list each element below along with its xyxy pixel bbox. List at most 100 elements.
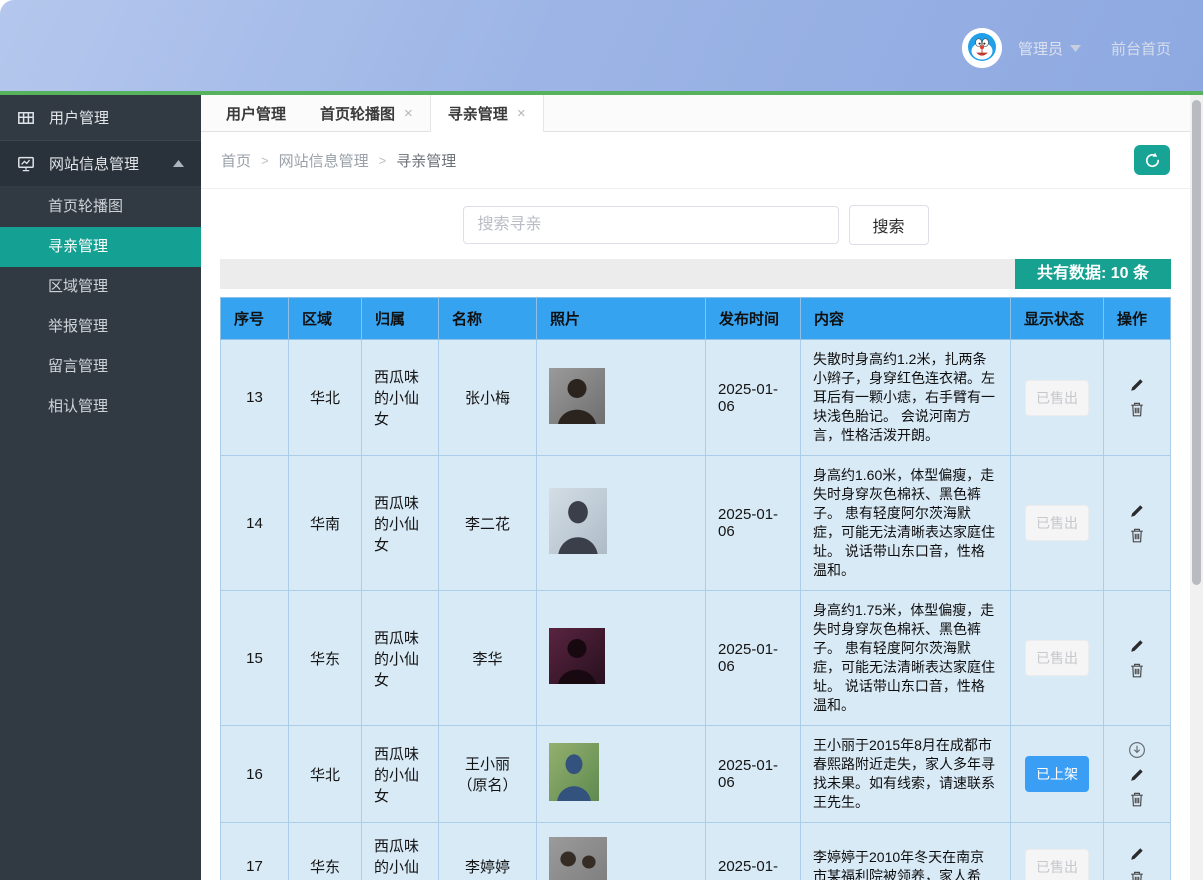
- app-header: 管理员 前台首页: [0, 0, 1203, 95]
- cell-id: 15: [220, 590, 289, 726]
- edit-icon[interactable]: [1129, 377, 1145, 393]
- cell-content: 王小丽于2015年8月在成都市春熙路附近走失，家人多年寻找未果。如有线索，请速联…: [800, 725, 1011, 823]
- cell-name: 王小丽 （原名）: [438, 725, 537, 823]
- cell-status: 已售出: [1010, 590, 1104, 726]
- edit-icon[interactable]: [1129, 846, 1145, 862]
- record-photo[interactable]: [549, 628, 605, 684]
- main-content: 用户管理 首页轮播图 × 寻亲管理 × 首页 > 网站信息管理 > 寻亲管理 搜索 共有数据: …: [201, 95, 1190, 880]
- delete-icon[interactable]: [1129, 401, 1145, 418]
- frontend-home-link[interactable]: 前台首页: [1111, 38, 1171, 59]
- sidebar-item[interactable]: 用户管理: [0, 95, 201, 141]
- cell-content: 身高约1.75米，体型偏瘦，走失时身穿灰色棉袄、黑色裤子。 患有轻度阿尔茨海默症…: [800, 590, 1011, 726]
- cell-photo: [536, 590, 706, 726]
- sidebar-subitem[interactable]: 寻亲管理: [0, 227, 201, 267]
- cell-owner: 西瓜味 的小仙 女: [361, 822, 439, 880]
- sidebar: 用户管理 网站信息管理 首页轮播图 寻亲管理 区域管理 举报管理 留言管理 相认管理: [0, 95, 201, 880]
- table-row: 13 华北 西瓜味 的小仙 女张小梅 2025-01- 06 失散时身高约1.2米，扎…: [220, 339, 1171, 456]
- cell-region: 华北: [288, 339, 362, 456]
- tab[interactable]: 首页轮播图 ×: [303, 95, 430, 131]
- record-photo[interactable]: [549, 488, 607, 554]
- column-header: 操作: [1103, 297, 1171, 340]
- column-header: 序号: [220, 297, 289, 340]
- caret-up-icon: [173, 160, 184, 167]
- record-photo[interactable]: [549, 836, 607, 880]
- cell-photo: [536, 725, 706, 823]
- data-count-badge: 共有数据: 10 条: [1014, 259, 1171, 289]
- record-photo[interactable]: [549, 367, 605, 424]
- column-header: 显示状态: [1010, 297, 1104, 340]
- tab-label: 首页轮播图: [320, 105, 396, 123]
- close-icon[interactable]: ×: [517, 105, 526, 122]
- cell-name: 李二花: [438, 455, 537, 591]
- breadcrumb-row: 首页 > 网站信息管理 > 寻亲管理: [201, 132, 1190, 189]
- cell-status: 已售出: [1010, 822, 1104, 880]
- breadcrumb: 首页 > 网站信息管理 > 寻亲管理: [221, 150, 456, 171]
- admin-label: 管理员: [1017, 40, 1063, 58]
- table-row: 16 华北 西瓜味 的小仙 女王小丽 （原名） 2025-01- 06 王小丽于201…: [220, 725, 1171, 823]
- status-badge[interactable]: 已售出: [1025, 505, 1089, 541]
- delete-icon[interactable]: [1129, 527, 1145, 544]
- record-photo[interactable]: [549, 743, 599, 801]
- edit-icon[interactable]: [1129, 767, 1145, 783]
- sidebar-menu: 用户管理 网站信息管理 首页轮播图 寻亲管理 区域管理 举报管理 留言管理 相认管理: [0, 95, 201, 427]
- breadcrumb-item[interactable]: 网站信息管理: [279, 150, 369, 171]
- cell-date: 2025-01- 06: [705, 455, 801, 591]
- cell-region: 华东: [288, 822, 362, 880]
- close-icon[interactable]: ×: [404, 105, 413, 122]
- breadcrumb-separator: >: [261, 152, 269, 168]
- column-header: 归属: [361, 297, 439, 340]
- cell-id: 17: [220, 822, 289, 880]
- column-header: 区域: [288, 297, 362, 340]
- status-badge[interactable]: 已售出: [1025, 640, 1089, 676]
- cell-status: 已上架: [1010, 725, 1104, 823]
- tab-label: 用户管理: [226, 105, 287, 123]
- column-header: 照片: [536, 297, 706, 340]
- delete-icon[interactable]: [1129, 791, 1145, 808]
- cell-region: 华北: [288, 725, 362, 823]
- cell-photo: [536, 455, 706, 591]
- tab[interactable]: 寻亲管理 ×: [429, 95, 544, 132]
- edit-icon[interactable]: [1129, 638, 1145, 654]
- tab[interactable]: 用户管理: [209, 95, 303, 131]
- column-header: 内容: [800, 297, 1011, 340]
- delete-icon[interactable]: [1129, 662, 1145, 679]
- cell-region: 华东: [288, 590, 362, 726]
- sidebar-item[interactable]: 网站信息管理: [0, 141, 201, 187]
- status-badge[interactable]: 已售出: [1025, 848, 1089, 880]
- cell-content: 失散时身高约1.2米，扎两条小辫子，身穿红色连衣裙。左耳后有一颗小痣，右手臂有一…: [800, 339, 1011, 456]
- cell-date: 2025-01-: [705, 822, 801, 880]
- search-button[interactable]: 搜索: [848, 205, 929, 245]
- header-right: 管理员 前台首页: [961, 28, 1171, 68]
- cell-owner: 西瓜味 的小仙 女: [361, 339, 439, 456]
- admin-dropdown[interactable]: 管理员: [1018, 38, 1081, 59]
- refresh-icon: [1143, 151, 1162, 170]
- user-avatar[interactable]: [961, 28, 1002, 68]
- cell-actions: [1103, 822, 1171, 880]
- table-row: 14 华南 西瓜味 的小仙 女李二花 2025-01- 06 身高约1.60米，体型偏…: [220, 455, 1171, 591]
- search-input[interactable]: [462, 206, 839, 244]
- edit-icon[interactable]: [1129, 503, 1145, 519]
- status-badge[interactable]: 已上架: [1025, 756, 1089, 792]
- sidebar-subitem[interactable]: 举报管理: [0, 307, 201, 347]
- refresh-button[interactable]: [1134, 145, 1170, 175]
- sidebar-subitem[interactable]: 区域管理: [0, 267, 201, 307]
- tab-label: 寻亲管理: [447, 106, 508, 123]
- cell-owner: 西瓜味 的小仙 女: [361, 455, 439, 591]
- status-badge[interactable]: 已售出: [1025, 379, 1089, 416]
- table-container: 序号 区域 归属 名称 照片 发布时间 内容 显示状态 操作 13 华北 西瓜味 的小仙 女张小梅 …: [220, 297, 1171, 880]
- delete-icon[interactable]: [1129, 870, 1145, 880]
- cell-photo: [536, 339, 706, 456]
- sidebar-subitem[interactable]: 相认管理: [0, 387, 201, 427]
- download-icon[interactable]: [1128, 741, 1146, 759]
- scrollbar-thumb[interactable]: [1192, 100, 1201, 585]
- cell-date: 2025-01- 06: [705, 725, 801, 823]
- sidebar-subitem[interactable]: 留言管理: [0, 347, 201, 387]
- sidebar-subitem[interactable]: 首页轮播图: [0, 187, 201, 227]
- cell-actions: [1103, 725, 1171, 823]
- breadcrumb-item[interactable]: 首页: [221, 150, 251, 171]
- cell-region: 华南: [288, 455, 362, 591]
- cell-name: 李华: [438, 590, 537, 726]
- cell-id: 16: [220, 725, 289, 823]
- vertical-scrollbar[interactable]: [1190, 95, 1203, 880]
- cell-id: 14: [220, 455, 289, 591]
